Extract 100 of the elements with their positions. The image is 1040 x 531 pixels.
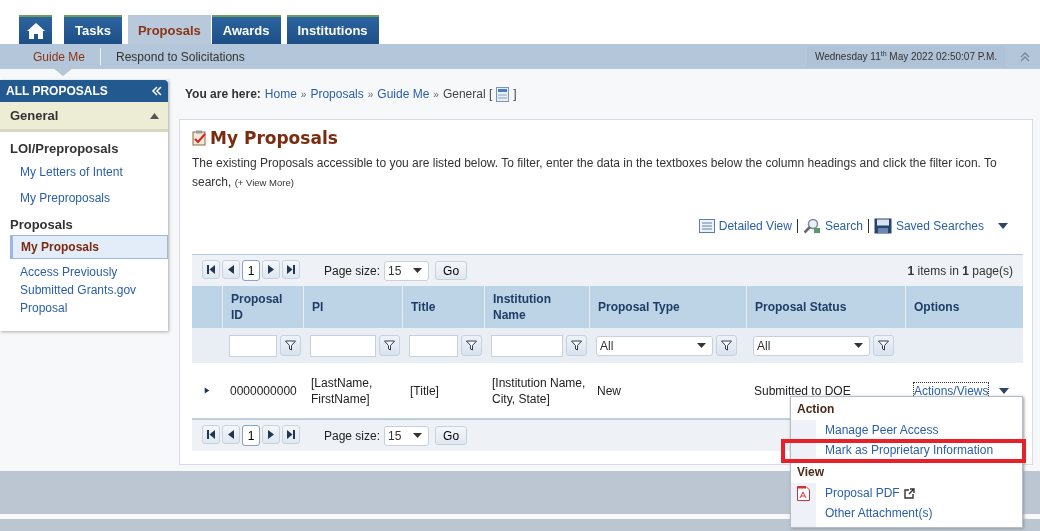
breadcrumb-label: You are here: <box>185 87 261 101</box>
clipboard-icon <box>192 130 207 146</box>
breadcrumb-link[interactable]: Proposals <box>310 87 364 101</box>
collapse-arrow-icon <box>150 112 159 119</box>
expand-row-icon[interactable] <box>204 386 210 395</box>
first-page-icon <box>207 430 215 439</box>
menu-heading: Action <box>791 397 1022 420</box>
go-button[interactable]: Go <box>435 426 468 445</box>
page-number-button[interactable]: 1 <box>242 260 260 281</box>
previous-icon <box>228 430 234 439</box>
sidebar-item[interactable]: Access Previously Submitted Grants.gov Proposal <box>10 259 168 321</box>
nav-tab[interactable]: Proposals <box>127 15 211 44</box>
page-size-dropdown[interactable]: 15 <box>384 260 430 281</box>
dropdown-arrow-icon <box>697 343 706 348</box>
filter-button[interactable] <box>280 335 301 356</box>
filter-button[interactable] <box>461 335 482 356</box>
filter-icon <box>466 340 477 351</box>
next-page-button[interactable] <box>262 260 280 279</box>
toolbar-link[interactable]: Detailed View <box>718 219 792 233</box>
filter-dropdown[interactable]: All <box>753 335 870 356</box>
toolbar-link[interactable]: Search <box>824 219 863 233</box>
menu-item[interactable]: Manage Peer Access <box>825 423 939 437</box>
last-page-button[interactable] <box>282 260 300 279</box>
page-icon[interactable] <box>496 86 510 102</box>
sidebar-item[interactable]: My Proposals <box>10 235 168 259</box>
external-link-icon <box>903 487 915 499</box>
nav-tab[interactable]: Awards <box>211 15 281 44</box>
next-icon <box>268 265 274 274</box>
page-size-label: Page size: <box>324 428 381 443</box>
last-page-icon <box>287 265 295 274</box>
caret-icon[interactable] <box>998 223 1008 229</box>
menu-item[interactable]: Mark as Proprietary Information <box>825 443 994 457</box>
table-cell: New <box>597 383 621 398</box>
breadcrumb-separator: » <box>433 88 439 100</box>
next-icon <box>268 430 274 439</box>
filter-icon <box>721 340 732 351</box>
nav-tab[interactable]: Institutions <box>286 15 379 44</box>
table-cell: Submitted to DOE <box>754 383 851 398</box>
previous-page-button[interactable] <box>222 425 240 444</box>
nav-tab[interactable]: Tasks <box>64 15 122 44</box>
date-time: Wednesday 11$^{th}$ May 2022 02:50:07 P.M. <box>806 46 1005 67</box>
filter-button[interactable] <box>716 335 737 356</box>
collapse-sidebar-icon[interactable] <box>151 86 163 96</box>
dropdown-arrow-icon <box>413 268 423 273</box>
group-heading: Proposals <box>9 216 74 234</box>
filter-field[interactable] <box>409 334 458 357</box>
previous-page-button[interactable] <box>222 260 240 279</box>
go-button[interactable]: Go <box>435 261 468 280</box>
menu-item[interactable]: Proposal PDF <box>825 486 900 500</box>
sidebar-title: ALL PROPOSALS <box>6 84 108 98</box>
page-size-dropdown[interactable]: 15 <box>384 425 430 446</box>
filter-button[interactable] <box>566 335 587 356</box>
breadcrumb-link[interactable]: Guide Me <box>377 87 430 101</box>
sidebar-item[interactable]: My Letters of Intent <box>10 159 168 185</box>
filter-dropdown[interactable]: All <box>596 335 713 356</box>
first-page-icon <box>207 265 215 274</box>
breadcrumb-separator: » <box>300 88 307 100</box>
breadcrumb-bracket: ] <box>513 87 517 101</box>
breadcrumb-current: General [ <box>442 87 493 101</box>
table-cell: [LastName, FirstName] <box>311 375 373 406</box>
table-cell: [Institution Name, City, State] <box>492 375 586 406</box>
last-page-icon <box>287 430 295 439</box>
home-tab[interactable] <box>19 15 52 44</box>
filter-field[interactable] <box>491 334 563 357</box>
filter-button[interactable] <box>873 335 894 356</box>
first-page-button[interactable] <box>202 260 220 279</box>
caret-icon[interactable] <box>999 387 1010 394</box>
filter-icon <box>878 340 889 351</box>
toolbar-link[interactable]: Saved Searches <box>895 219 984 233</box>
breadcrumb-separator: » <box>367 88 374 100</box>
filter-field[interactable] <box>310 334 376 357</box>
filter-icon <box>384 340 395 351</box>
view-more-link[interactable]: (+ View More) <box>234 177 294 188</box>
breadcrumb-link[interactable]: Home <box>264 87 297 101</box>
dropdown-arrow-icon <box>854 343 863 348</box>
table-cell: [Title] <box>410 383 439 398</box>
items-summary: 1 items in 1 page(s) <box>907 263 1013 278</box>
table-cell: 0000000000 <box>230 383 297 398</box>
filter-field[interactable] <box>229 334 277 357</box>
filter-button[interactable] <box>379 335 400 356</box>
save-icon[interactable] <box>873 218 892 234</box>
subnav-link[interactable]: Respond to Solicitations <box>116 49 245 64</box>
list-icon[interactable] <box>698 219 715 233</box>
page-number-button[interactable]: 1 <box>242 425 260 446</box>
first-page-button[interactable] <box>202 425 220 444</box>
group-heading: LOI/Preproposals <box>9 140 120 158</box>
home-icon <box>25 21 46 40</box>
section-header[interactable]: General <box>0 102 168 132</box>
description-text: The existing Proposals accessible to you are listed below. To filter, enter the data in the textboxes below the column headings and click the filter icon. To search, (+ View More) <box>192 155 998 191</box>
subnav-link[interactable]: Guide Me <box>33 49 86 64</box>
last-page-button[interactable] <box>282 425 300 444</box>
menu-item[interactable]: Other Attachment(s) <box>825 506 933 520</box>
filter-icon <box>285 340 296 351</box>
sidebar-item[interactable]: My Preproposals <box>10 185 168 211</box>
next-page-button[interactable] <box>262 425 280 444</box>
search-icon[interactable] <box>802 218 821 234</box>
filter-icon <box>571 340 582 351</box>
page-size-label: Page size: <box>324 263 381 278</box>
dropdown-arrow-icon <box>413 433 423 438</box>
previous-icon <box>228 265 234 274</box>
